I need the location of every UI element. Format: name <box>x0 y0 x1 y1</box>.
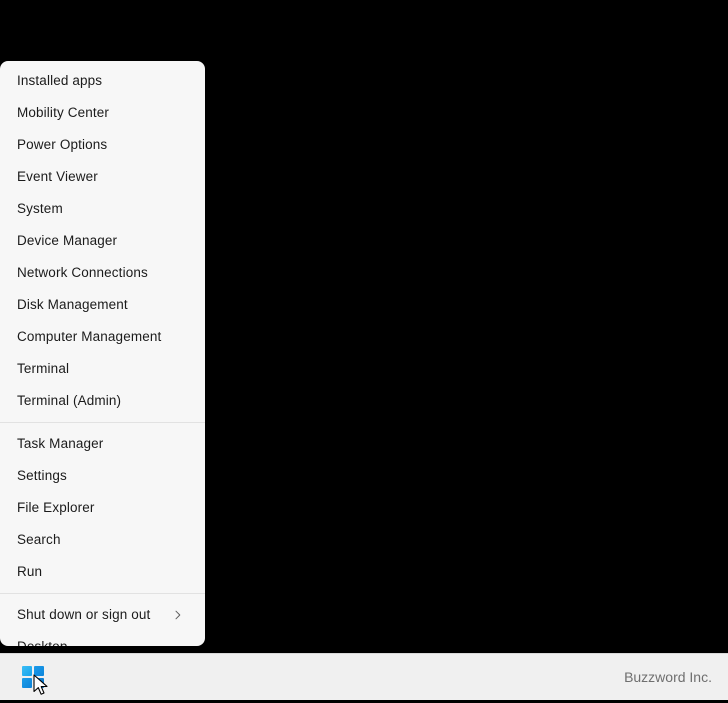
menu-item-event-viewer[interactable]: Event Viewer <box>0 161 205 193</box>
windows-logo-icon <box>22 666 44 688</box>
menu-item-file-explorer[interactable]: File Explorer <box>0 492 205 524</box>
menu-item-run[interactable]: Run <box>0 556 205 588</box>
start-button[interactable] <box>14 661 52 693</box>
menu-item-label: Settings <box>17 468 67 483</box>
menu-item-terminal-admin[interactable]: Terminal (Admin) <box>0 385 205 417</box>
menu-item-label: Search <box>17 532 61 547</box>
menu-item-installed-apps[interactable]: Installed apps <box>0 65 205 97</box>
menu-item-label: Terminal (Admin) <box>17 393 122 408</box>
menu-group-session: Shut down or sign out Desktop <box>0 599 205 646</box>
menu-item-label: Power Options <box>17 137 108 152</box>
menu-item-label: System <box>17 201 63 216</box>
menu-item-device-manager[interactable]: Device Manager <box>0 225 205 257</box>
menu-item-desktop[interactable]: Desktop <box>0 631 205 646</box>
taskbar: Buzzword Inc. <box>0 653 728 700</box>
menu-item-mobility-center[interactable]: Mobility Center <box>0 97 205 129</box>
menu-item-disk-management[interactable]: Disk Management <box>0 289 205 321</box>
menu-item-label: Mobility Center <box>17 105 110 120</box>
menu-item-label: Device Manager <box>17 233 118 248</box>
menu-item-label: Desktop <box>17 631 67 646</box>
menu-item-system[interactable]: System <box>0 193 205 225</box>
menu-item-computer-management[interactable]: Computer Management <box>0 321 205 353</box>
menu-item-task-manager[interactable]: Task Manager <box>0 428 205 460</box>
menu-item-label: Network Connections <box>17 265 148 280</box>
menu-item-label: Installed apps <box>17 73 103 88</box>
menu-item-label: Terminal <box>17 361 70 376</box>
taskbar-brand-label: Buzzword Inc. <box>624 669 712 685</box>
menu-item-label: Disk Management <box>17 297 128 312</box>
menu-group-system: Installed apps Mobility Center Power Opt… <box>0 65 205 417</box>
menu-item-label: Computer Management <box>17 329 162 344</box>
menu-separator <box>0 593 205 594</box>
menu-item-label: Run <box>17 564 43 579</box>
windows-tile-top-right <box>34 666 44 676</box>
quick-link-menu: Installed apps Mobility Center Power Opt… <box>0 61 205 646</box>
menu-item-shut-down-or-sign-out[interactable]: Shut down or sign out <box>0 599 205 631</box>
windows-tile-top-left <box>22 666 32 676</box>
menu-item-label: Shut down or sign out <box>17 607 151 622</box>
windows-tile-bottom-left <box>22 678 32 688</box>
windows-tile-bottom-right <box>34 678 44 688</box>
menu-item-label: Event Viewer <box>17 169 98 184</box>
menu-item-label: Task Manager <box>17 436 104 451</box>
menu-item-label: File Explorer <box>17 500 95 515</box>
menu-item-network-connections[interactable]: Network Connections <box>0 257 205 289</box>
menu-item-search[interactable]: Search <box>0 524 205 556</box>
menu-item-power-options[interactable]: Power Options <box>0 129 205 161</box>
menu-item-terminal[interactable]: Terminal <box>0 353 205 385</box>
menu-item-settings[interactable]: Settings <box>0 460 205 492</box>
menu-group-tools: Task Manager Settings File Explorer Sear… <box>0 428 205 588</box>
menu-separator <box>0 422 205 423</box>
chevron-right-icon <box>172 609 184 621</box>
